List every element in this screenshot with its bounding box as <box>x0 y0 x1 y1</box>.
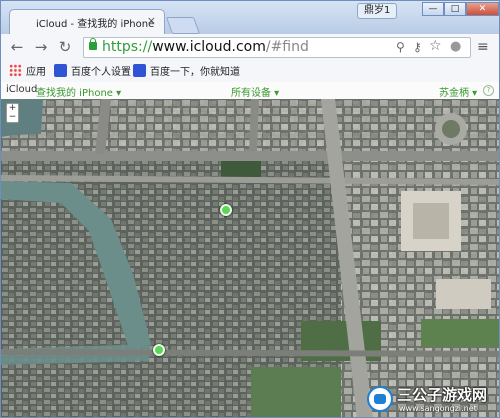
tab-strip: iCloud - 查找我的 iPhone × 鼎岁1 — □ ✕ <box>1 1 499 34</box>
minimize-button[interactable]: — <box>422 2 444 16</box>
browser-window: iCloud - 查找我的 iPhone × 鼎岁1 — □ ✕ ← → ↻ h… <box>0 0 500 418</box>
device-location-pin[interactable] <box>153 344 165 356</box>
bookmark-baidu[interactable]: 百度一下，你就知道 <box>133 64 240 80</box>
device-location-pin[interactable] <box>220 204 232 216</box>
maximize-button[interactable]: □ <box>444 2 466 16</box>
close-tab-icon[interactable]: × <box>147 14 156 27</box>
icloud-logo[interactable]: iCloud <box>6 84 37 95</box>
zoom-out-button[interactable]: − <box>7 113 18 122</box>
site-watermark: 三公子游戏网 www.sangongzi.net <box>367 384 499 416</box>
menu-icon[interactable]: ≡ <box>477 40 491 54</box>
paw-icon <box>54 64 67 77</box>
back-button[interactable]: ← <box>7 37 27 57</box>
url-text: https://www.icloud.com/#find <box>102 39 309 55</box>
globe-icon[interactable]: ● <box>450 39 461 54</box>
close-window-button[interactable]: ✕ <box>466 2 499 16</box>
toolbar: ← → ↻ https://www.icloud.com/#find ⚲ ⚷ ☆… <box>1 34 499 62</box>
profile-button[interactable]: 鼎岁1 <box>357 3 398 19</box>
reload-button[interactable]: ↻ <box>55 37 75 57</box>
watermark-title: 三公子游戏网 <box>397 386 488 404</box>
key-icon[interactable]: ⚷ <box>413 40 422 54</box>
app-name[interactable]: 查找我的 iPhone ▾ <box>36 84 121 99</box>
bookmark-apps[interactable]: 应用 <box>9 64 46 80</box>
tab-icloud[interactable]: iCloud - 查找我的 iPhone × <box>9 9 165 34</box>
zoom-control: + − <box>6 103 19 123</box>
star-icon[interactable]: ☆ <box>429 38 442 54</box>
bookmarks-bar: 应用 百度个人设置 百度一下，你就知道 <box>1 61 499 83</box>
user-menu[interactable]: 苏金柄 ▾ <box>439 84 477 99</box>
map-imagery <box>1 99 499 417</box>
new-tab-button[interactable] <box>165 17 201 34</box>
address-bar[interactable]: https://www.icloud.com/#find ⚲ ⚷ ☆ ● <box>83 37 471 58</box>
watermark-url: www.sangongzi.net <box>399 404 477 413</box>
help-icon[interactable]: ? <box>483 85 494 96</box>
apps-icon <box>9 64 22 77</box>
forward-button[interactable]: → <box>31 37 51 57</box>
satellite-map[interactable] <box>1 99 499 417</box>
icloud-header: iCloud 查找我的 iPhone ▾ 所有设备 ▾ 苏金柄 ▾ ? <box>1 82 499 100</box>
tab-title: iCloud - 查找我的 iPhone <box>36 19 155 30</box>
watermark-logo-icon <box>367 386 393 412</box>
lock-icon <box>89 38 97 50</box>
paw-icon <box>133 64 146 77</box>
search-icon[interactable]: ⚲ <box>396 40 405 54</box>
bookmark-baidu-settings[interactable]: 百度个人设置 <box>54 64 131 80</box>
all-devices-menu[interactable]: 所有设备 ▾ <box>231 84 279 99</box>
